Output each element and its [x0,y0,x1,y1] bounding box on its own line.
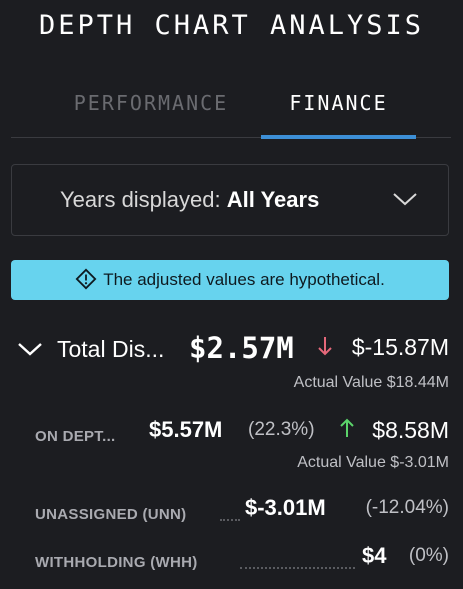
row-actual-value: Actual Value $-3.01M [297,454,449,471]
notice-text: The adjusted values are hypothetical. [103,270,385,289]
total-label: Total Dis... [57,336,165,362]
arrow-up-icon [340,418,354,437]
chevron-down-icon [393,193,417,206]
total-amount: $2.57M [189,331,294,365]
page-title: DEPTH CHART ANALYSIS [38,10,425,41]
warning-diamond-icon [75,268,97,289]
row-label: UNASSIGNED (UNN) [35,506,187,523]
row-percent: (22.3%) [248,419,315,440]
years-select-prefix: Years displayed: [60,187,227,212]
row-change: $8.58M [372,417,449,443]
dotted-leader [220,519,240,521]
row-label: ON DEPT... [35,428,116,445]
row-amount: $4 [362,543,387,568]
arrow-down-icon [318,337,332,356]
row-label: WITHHOLDING (WHH) [35,554,198,571]
row-percent: (0%) [408,545,449,566]
years-select-value: All Years [226,187,320,212]
total-change: $-15.87M [351,334,449,360]
tab-performance[interactable]: PERFORMANCE [61,86,241,138]
tab-finance[interactable]: FINANCE [261,86,416,139]
row-amount: $5.57M [149,417,223,442]
dotted-leader [240,567,355,569]
row-amount: $-3.01M [245,495,326,520]
total-actual-value: Actual Value $18.44M [293,374,449,391]
years-select[interactable]: Years displayed: All Years [11,164,449,236]
years-select-label: Years displayed: All Years [60,165,319,235]
row-percent: (-12.04%) [365,497,449,518]
notice-banner: The adjusted values are hypothetical. [11,260,449,300]
tab-bar: PERFORMANCE FINANCE [11,86,451,139]
chevron-down-icon[interactable] [17,340,43,358]
